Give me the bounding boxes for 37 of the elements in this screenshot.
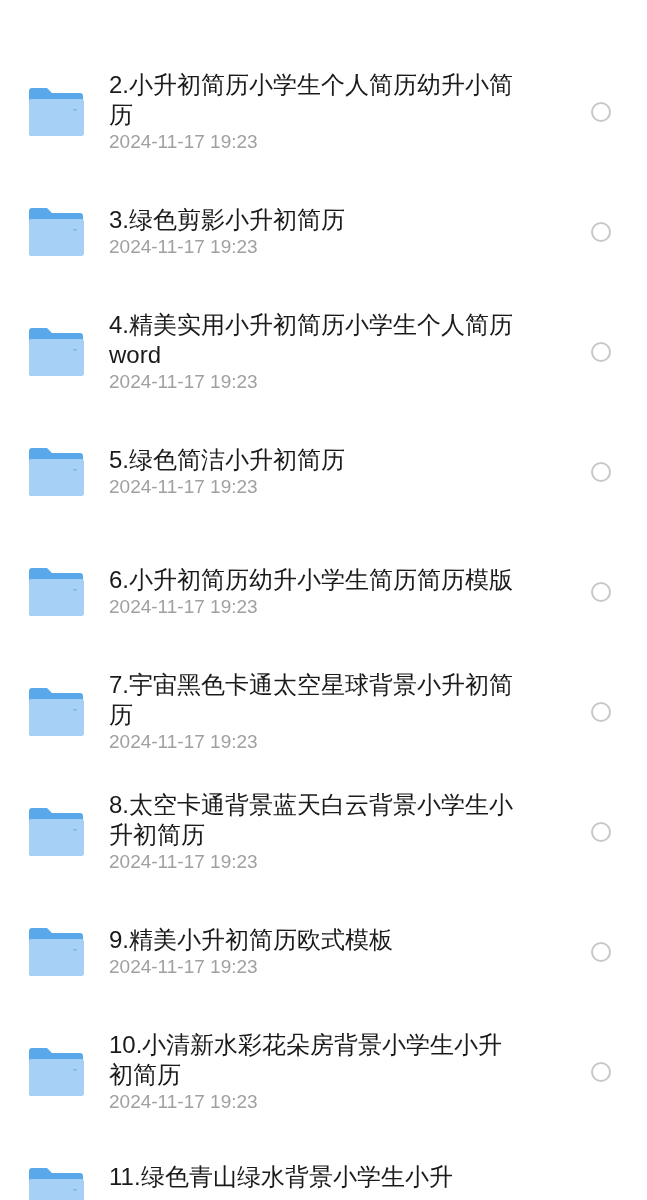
folder-icon: [27, 327, 85, 377]
file-name: 6.小升初简历幼升小学生简历简历模版: [109, 565, 514, 595]
select-radio[interactable]: [591, 342, 611, 362]
select-radio[interactable]: [591, 582, 611, 602]
folder-icon: [27, 87, 85, 137]
select-radio[interactable]: [591, 222, 611, 242]
folder-icon: [27, 207, 85, 257]
file-name: 8.太空卡通背景蓝天白云背景小学生小升初简历: [109, 790, 514, 850]
file-date: 2024-11-17 19:23: [109, 850, 259, 874]
file-date: 2024-11-17 19:23: [109, 130, 259, 154]
file-date: 2024-11-17 19:23: [109, 370, 259, 394]
file-date: 2024-11-17 19:23: [109, 1090, 259, 1114]
file-name: 10.小清新水彩花朵房背景小学生小升初简历: [109, 1030, 504, 1090]
folder-icon: [27, 927, 85, 977]
file-name: 7.宇宙黑色卡通太空星球背景小升初简历: [109, 670, 514, 730]
folder-icon: [27, 807, 85, 857]
file-name: 3.绿色剪影小升初简历: [109, 205, 346, 235]
folder-icon: [27, 1047, 85, 1097]
file-date: 2024-11-17 19:23: [109, 595, 259, 619]
file-date: 2024-11-17 19:23: [109, 235, 259, 259]
file-date: 2024-11-17 19:23: [109, 955, 259, 979]
file-name: 4.精美实用小升初简历小学生个人简历word: [109, 310, 514, 370]
select-radio[interactable]: [591, 822, 611, 842]
file-name: 9.精美小升初简历欧式模板: [109, 925, 394, 955]
folder-icon: [27, 687, 85, 737]
file-name: 11.绿色青山绿水背景小学生小升: [109, 1162, 454, 1192]
file-name: 5.绿色简洁小升初简历: [109, 445, 346, 475]
file-date: 2024-11-17 19:23: [109, 730, 259, 754]
select-radio[interactable]: [591, 702, 611, 722]
folder-icon: [27, 447, 85, 497]
select-radio[interactable]: [591, 462, 611, 482]
file-name: 2.小升初简历小学生个人简历幼升小简历: [109, 70, 514, 130]
select-radio[interactable]: [591, 942, 611, 962]
select-radio[interactable]: [591, 1062, 611, 1082]
select-radio[interactable]: [591, 102, 611, 122]
file-date: 2024-11-17 19:23: [109, 475, 259, 499]
folder-icon: [27, 567, 85, 617]
